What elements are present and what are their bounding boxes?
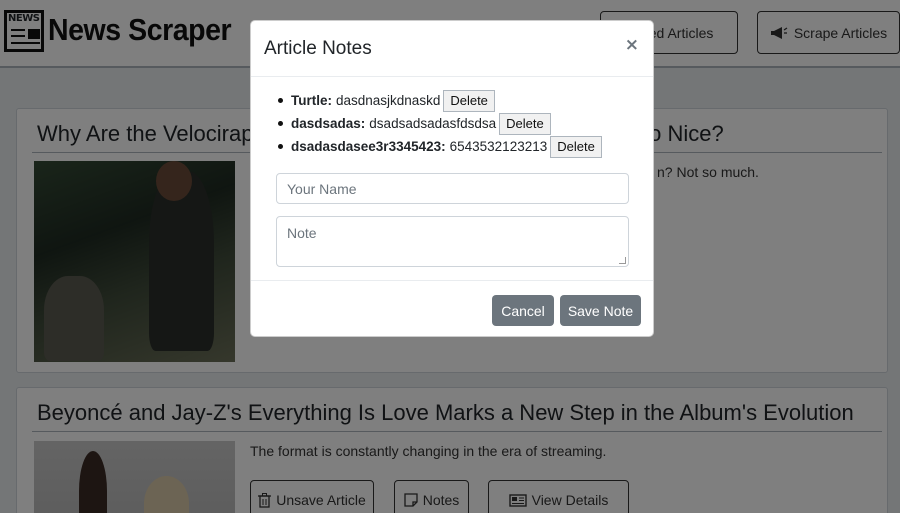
delete-note-button[interactable]: Delete xyxy=(443,89,495,112)
delete-note-button[interactable]: Delete xyxy=(499,112,551,135)
save-note-button[interactable]: Save Note xyxy=(560,295,641,326)
your-name-input[interactable]: Your Name xyxy=(276,173,629,204)
notes-list: Turtle: dasdnasjkdnaskd Delete dasdsadas… xyxy=(278,89,602,158)
modal-header: Article Notes × xyxy=(251,21,653,77)
your-name-placeholder: Your Name xyxy=(287,180,357,197)
note-text: dasdnasjkdnaskd xyxy=(336,93,441,108)
article-notes-modal: Article Notes × Turtle: dasdnasjkdnaskd … xyxy=(250,20,654,337)
list-item: Turtle: dasdnasjkdnaskd Delete xyxy=(278,89,602,112)
note-text: 6543532123213 xyxy=(449,139,548,154)
note-text: dsadsadsadasfdsdsa xyxy=(369,116,497,131)
delete-note-button[interactable]: Delete xyxy=(550,135,602,158)
cancel-button[interactable]: Cancel xyxy=(492,295,554,326)
modal-title: Article Notes xyxy=(264,38,372,59)
list-item: dasdsadas: dsadsadsadasfdsdsa Delete xyxy=(278,112,602,135)
modal-footer: Cancel Save Note xyxy=(251,280,653,338)
note-author: dsadasdasee3r3345423: xyxy=(291,139,446,154)
list-item: dsadasdasee3r3345423: 6543532123213 Dele… xyxy=(278,135,602,158)
note-placeholder: Note xyxy=(287,225,317,241)
note-textarea[interactable]: Note xyxy=(276,216,629,267)
note-author: Turtle: xyxy=(291,93,332,108)
resize-handle-icon[interactable] xyxy=(619,257,626,264)
close-icon[interactable]: × xyxy=(625,35,639,55)
note-author: dasdsadas: xyxy=(291,116,366,131)
